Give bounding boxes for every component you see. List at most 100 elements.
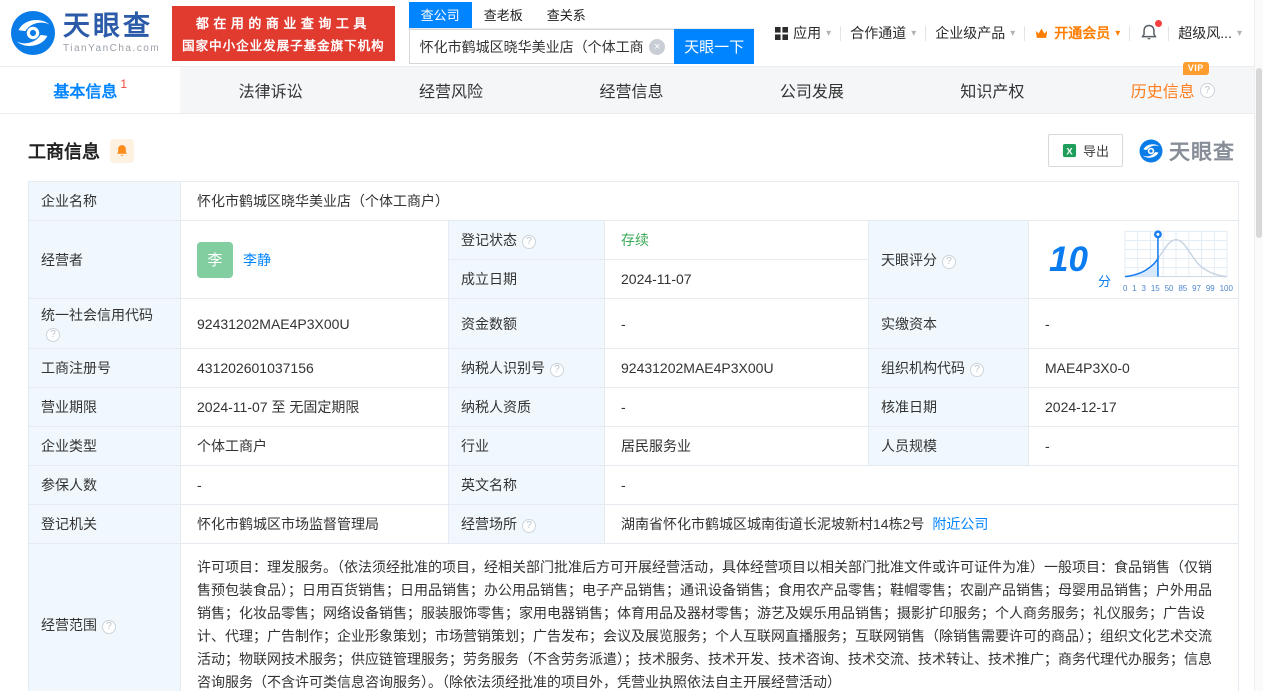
nav-enterprise-products[interactable]: 企业级产品 ▾ <box>926 23 1024 43</box>
chevron-down-icon: ▾ <box>911 27 917 39</box>
score-label: 天眼评分? <box>868 220 1029 299</box>
business-info-table: 企业名称 怀化市鹤城区晓华美业店（个体工商户） 经营者 李 李静 登记状态? 存… <box>28 181 1239 691</box>
business-scope-value: 许可项目：理发服务。（依法须经批准的项目，经相关部门批准后方可开展经营活动，具体… <box>180 543 1239 691</box>
svg-text:X: X <box>1066 146 1073 156</box>
search-tab-relation[interactable]: 查关系 <box>535 2 598 28</box>
tianyancha-watermark: 天眼查 <box>1139 136 1235 166</box>
score-number: 10 <box>1049 240 1088 279</box>
nav-apps[interactable]: 应用 ▾ <box>766 23 840 43</box>
search-tab-company[interactable]: 查公司 <box>408 2 472 28</box>
promo-line1: 都在用的商业查询工具 <box>195 15 371 31</box>
export-button[interactable]: X 导出 <box>1047 134 1123 167</box>
top-nav: 应用 ▾ 合作通道 ▾ 企业级产品 ▾ 开通会员 ▾ 超级风... ▾ <box>766 20 1251 43</box>
score-chart-axis: 01 3 15 50 85 97 99 100 <box>1122 283 1233 293</box>
business-site-label: 经营场所? <box>448 504 605 544</box>
brand-name: 天眼查 <box>63 10 153 41</box>
help-icon[interactable]: ? <box>522 235 536 249</box>
table-row: 企业类型 个体工商户 行业 居民服务业 人员规模 - <box>28 426 1239 466</box>
operator-label: 经营者 <box>28 220 181 299</box>
help-icon[interactable]: ? <box>942 254 956 269</box>
tab-operating-risk[interactable]: 经营风险 <box>361 67 541 113</box>
operator-avatar[interactable]: 李 <box>197 241 233 278</box>
reg-status-value: 存续 <box>604 220 869 260</box>
notifications-bell[interactable] <box>1130 20 1168 42</box>
search-button[interactable]: 天眼一下 <box>674 29 755 64</box>
help-icon[interactable]: ? <box>970 363 984 377</box>
taxpayer-qualification-value: - <box>604 387 869 427</box>
table-row: 经营者 李 李静 登记状态? 存续 天眼评分? 10 分 0 1 3 15 50… <box>28 220 1239 299</box>
reg-status-label: 登记状态? <box>448 220 605 260</box>
tab-legal-proceedings[interactable]: 法律诉讼 <box>180 67 360 113</box>
reg-number-value: 431202601037156 <box>180 348 449 388</box>
org-code-value: MAE4P3X0-0 <box>1028 348 1239 388</box>
section-head: 工商信息 X 导出 天眼查 <box>0 114 1263 181</box>
tab-history-info[interactable]: 历史信息 VIP ? <box>1083 62 1263 113</box>
tianyancha-logo[interactable]: 天眼查 TianYanCha.com <box>10 10 160 56</box>
excel-icon: X <box>1062 143 1077 158</box>
tianyancha-logo-icon <box>10 10 56 56</box>
table-row: 参保人数 - 英文名称 - <box>28 465 1239 505</box>
page-tabs: 基本信息 1 法律诉讼 经营风险 经营信息 公司发展 知识产权 历史信息 VIP … <box>0 62 1263 114</box>
help-icon[interactable]: ? <box>550 363 564 377</box>
english-name-label: 英文名称 <box>448 465 605 505</box>
taxpayer-id-label: 纳税人识别号? <box>448 348 605 388</box>
search-block: 查公司 查老板 查关系 × 天眼一下 <box>408 2 755 64</box>
english-name-value: - <box>604 465 1239 505</box>
operator-name-link[interactable]: 李静 <box>243 250 271 270</box>
approval-date-label: 核准日期 <box>868 387 1029 427</box>
bell-icon <box>1141 24 1158 40</box>
chevron-down-icon: ▾ <box>1115 27 1121 39</box>
help-icon[interactable]: ? <box>46 328 60 342</box>
business-term-label: 营业期限 <box>28 387 181 427</box>
nav-super-risk[interactable]: 超级风... ▾ <box>1169 23 1251 43</box>
clear-icon[interactable]: × <box>649 38 666 55</box>
table-row: 经营范围? 许可项目：理发服务。（依法须经批准的项目，经相关部门批准后方可开展经… <box>28 543 1239 691</box>
staff-size-label: 人员规模 <box>868 426 1029 466</box>
insured-count-label: 参保人数 <box>28 465 181 505</box>
notification-dot <box>1155 20 1163 27</box>
tab-operating-info[interactable]: 经营信息 <box>541 67 721 113</box>
scrollbar-thumb[interactable] <box>1256 68 1262 238</box>
apps-grid-icon <box>775 26 789 40</box>
reg-authority-label: 登记机关 <box>28 504 181 544</box>
company-name-label: 企业名称 <box>28 181 181 221</box>
section-title: 工商信息 <box>28 141 100 162</box>
org-code-label: 组织机构代码? <box>868 348 1029 388</box>
table-row: 统一社会信用代码? 92431202MAE4P3X00U 资金数额 - 实缴资本… <box>28 298 1239 349</box>
tab-basic-info[interactable]: 基本信息 1 <box>0 67 181 113</box>
nav-partner-channel[interactable]: 合作通道 ▾ <box>841 23 925 43</box>
search-input[interactable] <box>409 30 675 63</box>
score-value[interactable]: 10 分 0 1 3 15 50 85 97 99 100 <box>1028 220 1239 299</box>
chevron-down-icon: ▾ <box>826 27 832 39</box>
search-tab-boss[interactable]: 查老板 <box>472 2 535 28</box>
company-type-label: 企业类型 <box>28 426 181 466</box>
subscribe-bell-button[interactable] <box>110 138 134 163</box>
top-header: 天眼查 TianYanCha.com 都在用的商业查询工具 国家中小企业发展子基… <box>0 0 1263 66</box>
help-icon[interactable]: ? <box>1199 82 1215 98</box>
scrollbar[interactable] <box>1254 0 1263 691</box>
help-icon[interactable]: ? <box>522 519 536 533</box>
tab-intellectual-property[interactable]: 知识产权 <box>902 67 1082 113</box>
chevron-down-icon: ▾ <box>1010 27 1016 39</box>
bell-icon <box>117 144 127 156</box>
chevron-down-icon: ▾ <box>1236 27 1242 39</box>
staff-size-value: - <box>1028 426 1239 466</box>
operator-value: 李 李静 <box>180 220 449 299</box>
capital-amount-value: - <box>604 298 869 349</box>
watermark-text: 天眼查 <box>1169 140 1235 164</box>
reg-number-label: 工商注册号 <box>28 348 181 388</box>
promo-banner: 都在用的商业查询工具 国家中小企业发展子基金旗下机构 <box>172 5 395 61</box>
credit-code-value: 92431202MAE4P3X00U <box>180 298 449 349</box>
nearby-companies-link[interactable]: 附近公司 <box>932 514 988 534</box>
taxpayer-id-value: 92431202MAE4P3X00U <box>604 348 869 388</box>
establish-date-label: 成立日期 <box>448 259 605 299</box>
brand-domain: TianYanCha.com <box>63 42 161 54</box>
tab-company-development[interactable]: 公司发展 <box>722 67 902 113</box>
help-icon[interactable]: ? <box>102 620 116 634</box>
nav-open-vip[interactable]: 开通会员 ▾ <box>1025 23 1129 43</box>
crown-icon <box>1036 28 1048 38</box>
search-input-wrap: × <box>408 29 675 64</box>
business-scope-label: 经营范围? <box>28 543 181 691</box>
table-row: 工商注册号 431202601037156 纳税人识别号? 92431202MA… <box>28 348 1239 388</box>
company-type-value: 个体工商户 <box>180 426 449 466</box>
